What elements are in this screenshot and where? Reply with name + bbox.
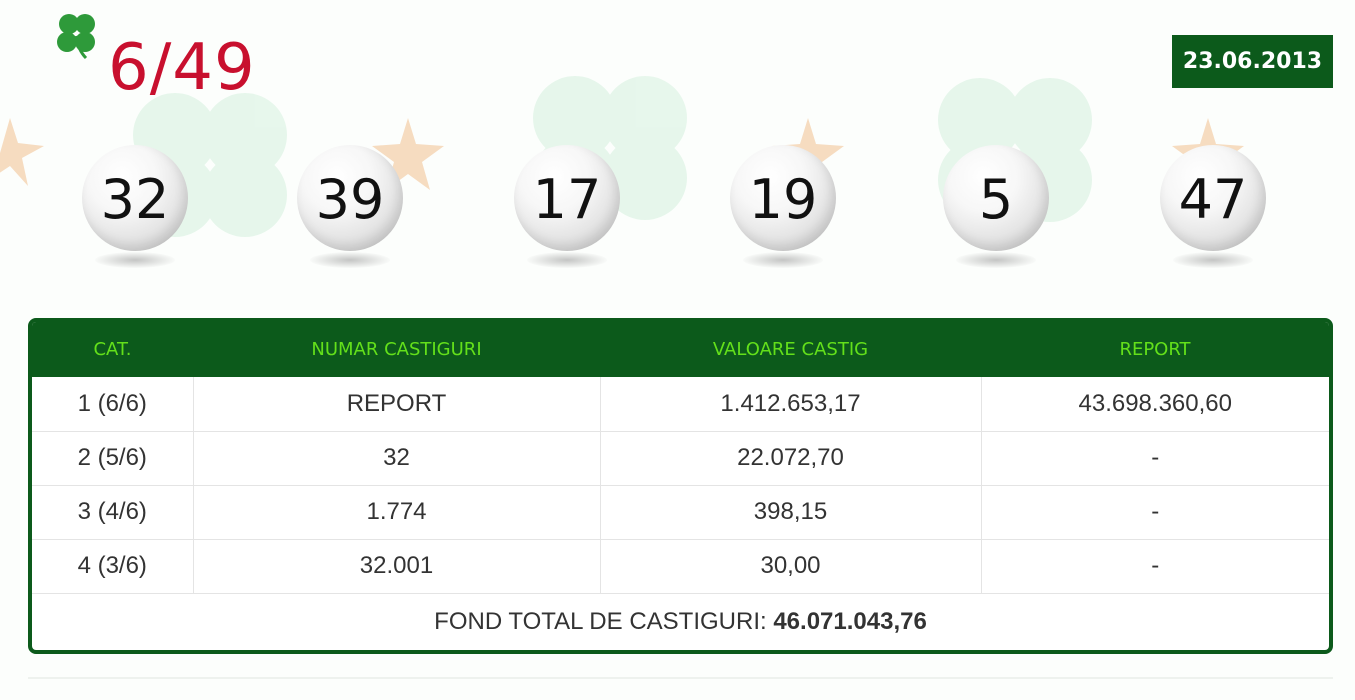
ball-shadow [1173,252,1253,268]
cell-winners-count: 1.774 [193,485,601,540]
table-row: 1 (6/6) REPORT 1.412.653,17 43.698.360,6… [32,377,1329,432]
lottery-ball: 17 [497,130,637,280]
ball-shadow [95,252,175,268]
drawn-numbers: 32 39 17 19 5 47 [0,130,1355,290]
clover-icon [57,14,95,60]
ball-number: 32 [100,168,170,231]
cell-rollover: 43.698.360,60 [981,377,1329,432]
cell-winners-count: 32 [193,431,601,486]
table-row: 2 (5/6) 32 22.072,70 - [32,431,1329,486]
ball-sphere: 19 [730,145,836,251]
column-header-category: CAT. [93,339,132,360]
ball-sphere: 39 [297,145,403,251]
total-prize-fund-value: 46.071.043,76 [773,607,927,635]
lottery-ball: 32 [65,130,205,280]
lottery-ball: 19 [713,130,853,280]
cell-category: 2 (5/6) [32,431,194,486]
cell-prize-value: 1.412.653,17 [600,377,982,432]
cell-rollover: - [981,539,1329,594]
table-header-row: CAT. NUMAR CASTIGURI VALOARE CASTIG REPO… [32,322,1329,377]
ball-number: 47 [1178,168,1248,231]
prize-table: CAT. NUMAR CASTIGURI VALOARE CASTIG REPO… [32,322,1329,594]
cell-prize-value: 30,00 [600,539,982,594]
ball-number: 5 [978,168,1014,231]
total-prize-fund-label: FOND TOTAL DE CASTIGURI: [434,607,767,635]
divider [28,677,1333,679]
cell-category: 3 (4/6) [32,485,194,540]
lottery-ball: 39 [280,130,420,280]
game-title: 6/49 [108,31,256,105]
prize-results-panel: CAT. NUMAR CASTIGURI VALOARE CASTIG REPO… [28,318,1333,654]
total-prize-fund: FOND TOTAL DE CASTIGURI: 46.071.043,76 [32,594,1329,650]
cell-rollover: - [981,485,1329,540]
ball-number: 19 [748,168,818,231]
cell-category: 4 (3/6) [32,539,194,594]
cell-rollover: - [981,431,1329,486]
ball-sphere: 47 [1160,145,1266,251]
lottery-results-page: 6/49 23.06.2013 32 39 17 19 5 47 CAT. NU… [0,0,1355,700]
table-row: 3 (4/6) 1.774 398,15 - [32,485,1329,540]
cell-prize-value: 398,15 [600,485,982,540]
ball-number: 39 [315,168,385,231]
ball-shadow [527,252,607,268]
ball-sphere: 32 [82,145,188,251]
ball-sphere: 5 [943,145,1049,251]
ball-shadow [310,252,390,268]
cell-winners-count: 32.001 [193,539,601,594]
ball-shadow [743,252,823,268]
cell-winners-count: REPORT [193,377,601,432]
column-header-winners-count: NUMAR CASTIGURI [311,339,482,360]
ball-sphere: 17 [514,145,620,251]
table-row: 4 (3/6) 32.001 30,00 - [32,539,1329,594]
column-header-rollover: REPORT [1119,339,1191,360]
draw-date-badge: 23.06.2013 [1172,35,1333,88]
ball-shadow [956,252,1036,268]
lottery-ball: 47 [1143,130,1283,280]
column-header-prize-value: VALOARE CASTIG [712,339,869,360]
ball-number: 17 [532,168,602,231]
cell-prize-value: 22.072,70 [600,431,982,486]
cell-category: 1 (6/6) [32,377,194,432]
lottery-ball: 5 [926,130,1066,280]
